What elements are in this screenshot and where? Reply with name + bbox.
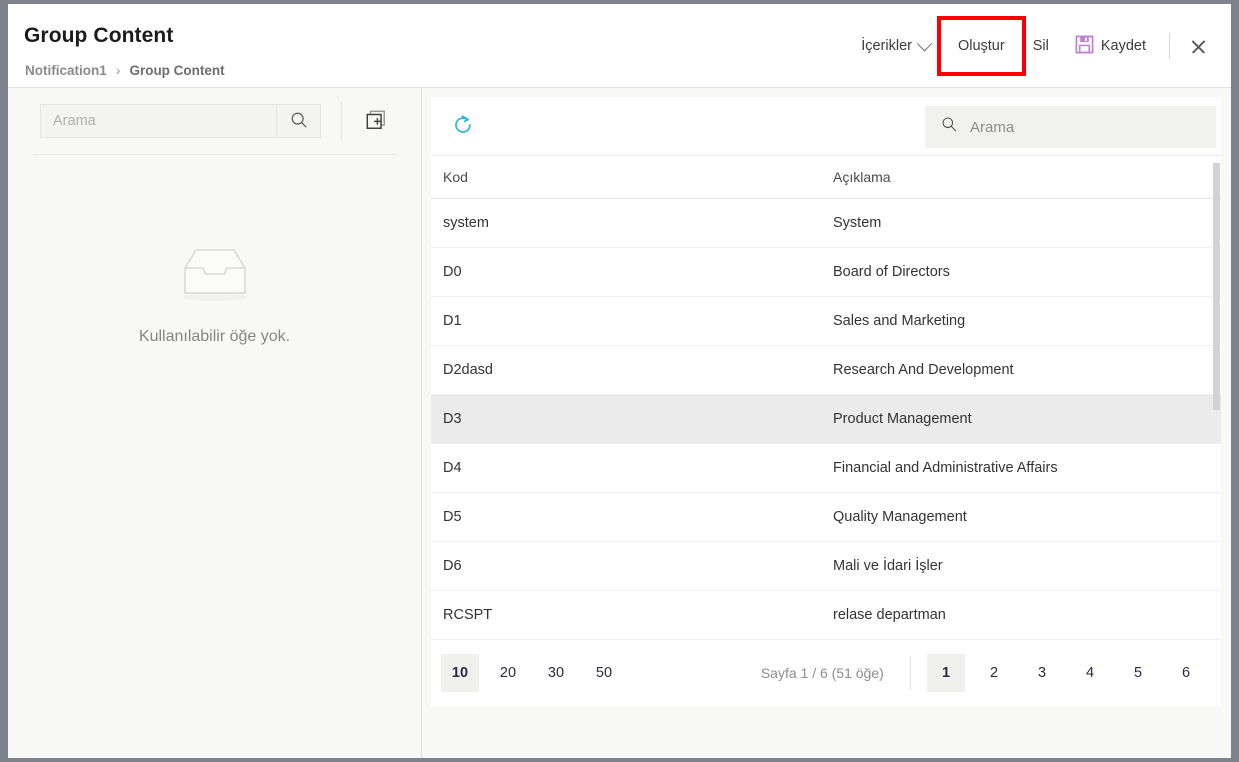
page-number-group: 123456 xyxy=(910,654,1205,692)
grid-search-box[interactable]: Arama xyxy=(925,106,1216,148)
cell-kod: RCSPT xyxy=(431,591,821,640)
cell-kod: D3 xyxy=(431,395,821,444)
save-button[interactable]: Kaydet xyxy=(1062,26,1159,67)
table-row[interactable]: D3Product Management xyxy=(431,395,1221,444)
breadcrumb-item-notification1[interactable]: Notification1 xyxy=(25,63,107,78)
breadcrumb-separator-icon: › xyxy=(116,62,121,78)
cell-aciklama: Board of Directors xyxy=(821,248,1221,297)
page-size-button-50[interactable]: 50 xyxy=(585,654,623,692)
grid-scrollbar-thumb[interactable] xyxy=(1213,163,1220,410)
pagination-divider xyxy=(910,656,911,690)
data-grid: Kod Açıklama systemSystemD0Board of Dire… xyxy=(431,155,1221,640)
breadcrumb: Notification1 › Group Content xyxy=(25,62,225,78)
refresh-button[interactable] xyxy=(443,106,483,146)
left-panel: Kullanılabilir öğe yok. xyxy=(8,88,422,758)
cell-kod: D5 xyxy=(431,493,821,542)
left-panel-empty-state: Kullanılabilir öğe yok. xyxy=(8,155,421,758)
grid-header: Kod Açıklama xyxy=(431,156,1221,199)
grid-search-placeholder: Arama xyxy=(970,119,1014,136)
cell-kod: D6 xyxy=(431,542,821,591)
close-button[interactable] xyxy=(1180,29,1217,64)
contents-dropdown-button[interactable]: İçerikler xyxy=(848,29,943,63)
add-item-button[interactable] xyxy=(361,106,391,136)
cell-aciklama: System xyxy=(821,199,1221,248)
cell-kod: D0 xyxy=(431,248,821,297)
cell-aciklama: Mali ve İdari İşler xyxy=(821,542,1221,591)
grid-pagination: 10 20 30 50 Sayfa 1 / 6 (51 öğe) 123456 xyxy=(431,640,1221,706)
create-button-container: Oluştur xyxy=(945,29,1018,63)
contents-dropdown-label: İçerikler xyxy=(861,38,912,54)
column-header-aciklama[interactable]: Açıklama xyxy=(821,156,1221,199)
grid-toolbar: Arama xyxy=(431,97,1221,155)
cell-aciklama: Sales and Marketing xyxy=(821,297,1221,346)
table-row[interactable]: systemSystem xyxy=(431,199,1221,248)
floppy-disk-icon xyxy=(1075,35,1094,58)
chevron-down-icon xyxy=(917,35,933,51)
right-panel: Arama Kod Açıklama systemSystemD0Board o… xyxy=(422,88,1231,758)
left-panel-toolbar xyxy=(8,88,421,154)
refresh-icon xyxy=(451,113,475,140)
page-button-4[interactable]: 4 xyxy=(1071,654,1109,692)
cell-aciklama: Financial and Administrative Affairs xyxy=(821,444,1221,493)
page-title: Group Content xyxy=(24,24,173,48)
page-button-3[interactable]: 3 xyxy=(1023,654,1061,692)
toolbar-divider xyxy=(1169,33,1170,59)
cell-aciklama: relase departman xyxy=(821,591,1221,640)
page-button-5[interactable]: 5 xyxy=(1119,654,1157,692)
left-search-group xyxy=(40,104,321,138)
close-icon xyxy=(1190,38,1207,55)
left-toolbar-divider xyxy=(341,102,342,140)
table-row[interactable]: D5Quality Management xyxy=(431,493,1221,542)
empty-state-text: Kullanılabilir öğe yok. xyxy=(139,328,290,346)
cell-kod: system xyxy=(431,199,821,248)
search-icon xyxy=(941,116,958,138)
table-row[interactable]: RCSPTrelase departman xyxy=(431,591,1221,640)
grid-scrollbar-track[interactable] xyxy=(1213,155,1221,640)
search-icon xyxy=(290,111,308,132)
page-button-1[interactable]: 1 xyxy=(927,654,965,692)
table-row[interactable]: D4Financial and Administrative Affairs xyxy=(431,444,1221,493)
cell-kod: D1 xyxy=(431,297,821,346)
table-row[interactable]: D2dasdResearch And Development xyxy=(431,346,1221,395)
create-button[interactable]: Oluştur xyxy=(945,29,1018,63)
header-toolbar: İçerikler Oluştur Sil xyxy=(848,4,1217,88)
table-row[interactable]: D6Mali ve İdari İşler xyxy=(431,542,1221,591)
breadcrumb-item-group-content[interactable]: Group Content xyxy=(129,63,224,78)
page-body: Kullanılabilir öğe yok. xyxy=(8,88,1231,758)
grid-body-wrap: Kod Açıklama systemSystemD0Board of Dire… xyxy=(431,155,1221,640)
cell-aciklama: Quality Management xyxy=(821,493,1221,542)
add-copy-icon xyxy=(365,109,387,134)
inbox-icon xyxy=(174,243,256,310)
page-button-6[interactable]: 6 xyxy=(1167,654,1205,692)
grid-rows: systemSystemD0Board of DirectorsD1Sales … xyxy=(431,199,1221,640)
save-button-label: Kaydet xyxy=(1101,38,1146,54)
left-search-button[interactable] xyxy=(276,104,321,138)
page-header: Group Content Notification1 › Group Cont… xyxy=(8,4,1231,88)
application-window: Group Content Notification1 › Group Cont… xyxy=(8,4,1231,758)
cell-aciklama: Product Management xyxy=(821,395,1221,444)
delete-button[interactable]: Sil xyxy=(1020,29,1062,63)
delete-button-label: Sil xyxy=(1033,38,1049,54)
table-row[interactable]: D0Board of Directors xyxy=(431,248,1221,297)
grid-card: Arama Kod Açıklama systemSystemD0Board o… xyxy=(431,97,1221,706)
cell-aciklama: Research And Development xyxy=(821,346,1221,395)
left-search-input[interactable] xyxy=(40,104,276,138)
page-button-2[interactable]: 2 xyxy=(975,654,1013,692)
page-size-button-10[interactable]: 10 xyxy=(441,654,479,692)
page-size-button-20[interactable]: 20 xyxy=(489,654,527,692)
cell-kod: D2dasd xyxy=(431,346,821,395)
create-button-label: Oluştur xyxy=(958,38,1005,54)
column-header-kod[interactable]: Kod xyxy=(431,156,821,199)
cell-kod: D4 xyxy=(431,444,821,493)
grid-header-row: Kod Açıklama xyxy=(431,156,1221,199)
page-size-group: 10 20 30 50 xyxy=(441,654,623,692)
page-size-button-30[interactable]: 30 xyxy=(537,654,575,692)
table-row[interactable]: D1Sales and Marketing xyxy=(431,297,1221,346)
pagination-info: Sayfa 1 / 6 (51 öğe) xyxy=(761,665,884,681)
